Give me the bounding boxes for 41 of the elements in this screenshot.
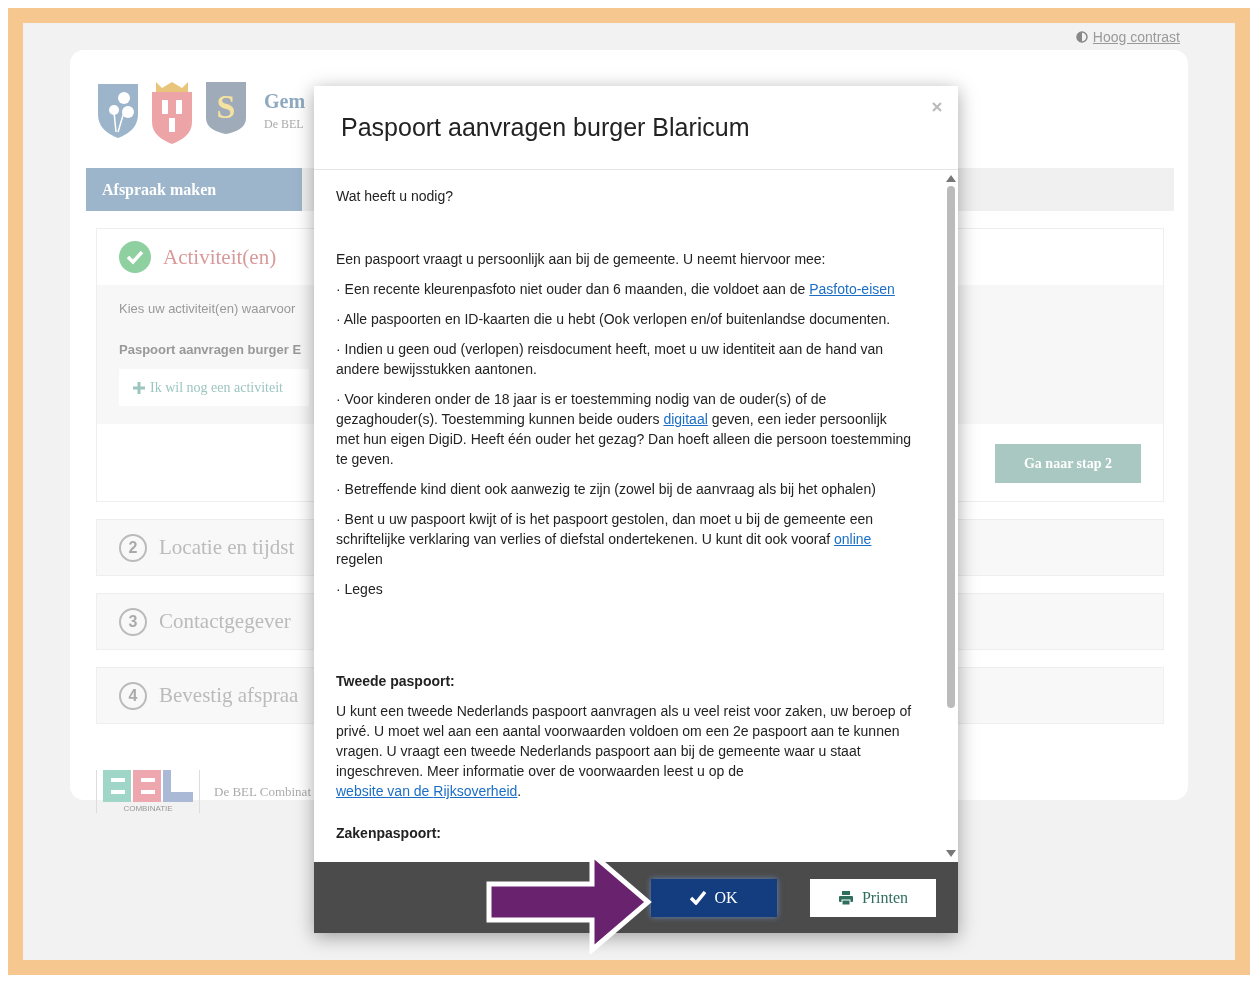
check-circle-icon: [119, 241, 151, 273]
step-title: Activiteit(en): [163, 244, 277, 270]
contrast-icon: [1075, 30, 1088, 43]
paragraph: · Leges: [336, 580, 384, 599]
step-number: 4: [119, 681, 147, 710]
paragraph: · Een recente kleurenpasfoto niet ouder dan 6 maanden, die voldoet aan de Pasfoto-eisen: [336, 280, 896, 299]
footer-text: De BEL Combinat: [214, 783, 311, 800]
section-heading: Wat heeft u nodig?: [336, 187, 454, 206]
section-heading: Tweede paspoort:: [336, 672, 456, 691]
scroll-down-icon[interactable]: [946, 850, 956, 858]
paragraph: · Indien u geen oud (verlopen) reisdocument heeft, moet u uw identiteit aan de hand van andere bewijsstukken aantonen.: [336, 340, 885, 379]
step-title: Contactgegever: [159, 609, 291, 634]
section-heading: Zakenpaspoort:: [336, 824, 442, 843]
printer-icon: [837, 889, 854, 906]
step-title: Locatie en tijdst: [159, 535, 295, 560]
logo-caption: COMBINATIE: [123, 804, 173, 813]
paragraph: · Bent u uw paspoort kwijt of is het paspoort gestolen, dan moet u bij de gemeente een schriftelijke verklaring van verlies of diefstal ondertekenen. U kunt dit ook vooraf online regelen: [336, 510, 874, 569]
crest-letter-icon: S: [204, 80, 248, 136]
ok-button[interactable]: OK: [651, 878, 777, 917]
paragraph: Een paspoort vraagt u persoonlijk aan bij de gemeente. U neemt hiervoor mee:: [336, 250, 827, 269]
site-title: Gem: [264, 90, 306, 113]
text-link[interactable]: online: [834, 531, 872, 547]
step-number: 2: [119, 533, 147, 562]
checkmark-icon: [690, 890, 707, 905]
paragraph: · Betreffende kind dient ook aanwezig te zijn (zowel bij de aanvraag als bij het ophalen): [336, 480, 877, 499]
step-title: Bevestig afspraa: [159, 683, 299, 708]
activity-intro: Kies uw activiteit(en) waarvoor: [119, 301, 296, 316]
paragraph: · Voor kinderen onder de 18 jaar is er toestemming nodig van de ouder(s) of de gezaghouder(s). Toestemming kunnen beide ouders digitaal geven, een ieder persoonlijk met hun eigen DigiD. Heeft één ouder het gezag? Dan hoeft alleen die persoon toestemming te geven.: [336, 390, 912, 469]
plus-icon: [133, 381, 145, 394]
scroll-up-icon[interactable]: [946, 174, 956, 182]
crest-towers-icon: [150, 80, 194, 144]
step-number: 3: [119, 607, 147, 636]
text-link[interactable]: digitaal: [663, 411, 708, 427]
selected-activity: Paspoort aanvragen burger E: [119, 342, 302, 357]
paragraph: · Alle paspoorten en ID-kaarten die u hebt (Ook verlopen en/of buitenlandse documenten.: [336, 310, 892, 329]
text-link[interactable]: website van de: [336, 783, 434, 799]
print-button[interactable]: Printen: [810, 878, 936, 917]
site-subtitle: De BEL: [264, 117, 305, 132]
paragraph: U kunt een tweede Nederlands paspoort aanvragen als u veel reist voor zaken, uw beroep of privé. U moet wel aan een aantal voorwaarden voldoen om een 2e paspoort aan te kunnen vragen. U vraagt een tweede Nederlands paspoort aan bij de gemeente waar u staat ingeschreven. Meer informatie over de voorwaarden leest u op de website van de Rijksoverheid.: [336, 702, 912, 801]
modal-title: Paspoort aanvragen burger Blaricum: [341, 113, 750, 142]
text-link[interactable]: Pasfoto-eisen: [809, 281, 895, 297]
